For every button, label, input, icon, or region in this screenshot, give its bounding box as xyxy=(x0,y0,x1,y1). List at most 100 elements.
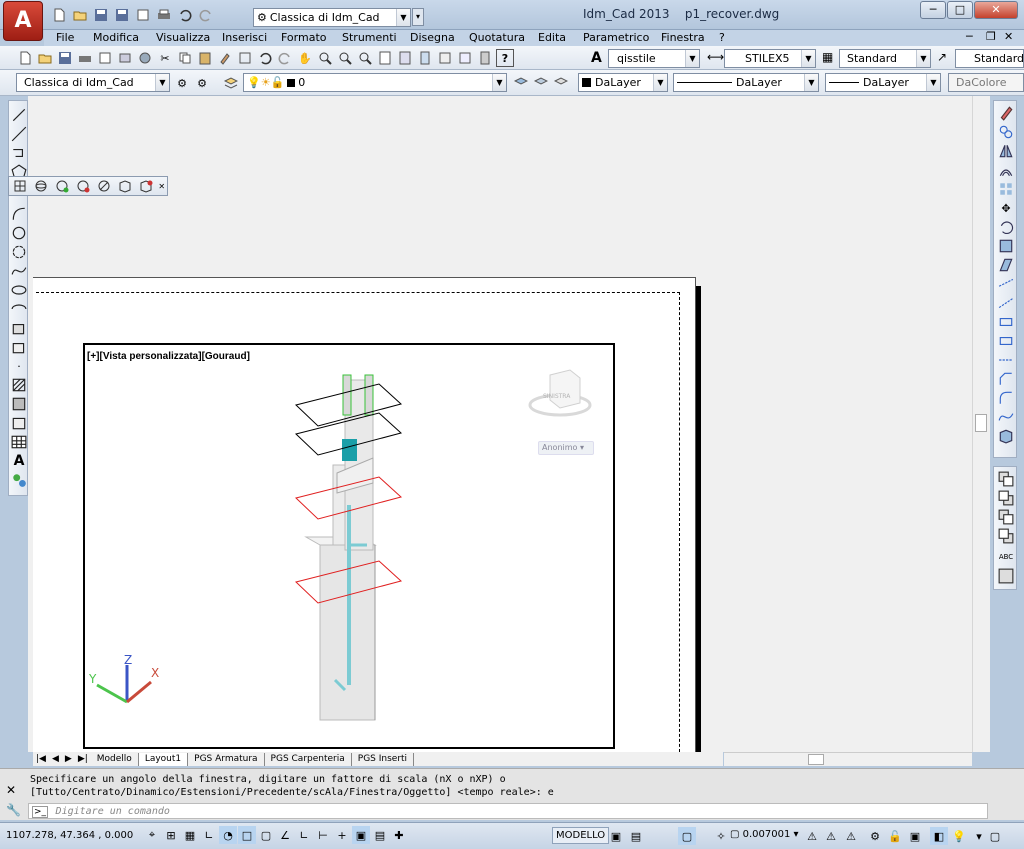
vertical-scrollbar[interactable] xyxy=(972,96,989,752)
array-icon[interactable] xyxy=(998,181,1014,197)
line-icon[interactable] xyxy=(11,107,27,123)
tab-pgs-armatura[interactable]: PGS Armatura xyxy=(188,752,265,766)
arc-icon[interactable] xyxy=(11,206,27,222)
next-tab-button[interactable]: ▶ xyxy=(62,754,75,764)
make-current-icon[interactable] xyxy=(512,74,530,92)
color-select[interactable]: DaLayer ▼ xyxy=(578,73,668,92)
menu-disegna[interactable]: Disegna xyxy=(410,31,455,44)
tool-palettes-icon[interactable] xyxy=(416,49,434,67)
lineweight-icon[interactable]: + xyxy=(333,826,351,844)
blend-curves-icon[interactable] xyxy=(998,409,1014,425)
annotation-scale[interactable]: ▢ 0.007001 ▾ xyxy=(730,829,799,840)
new-icon[interactable] xyxy=(50,6,68,24)
calculator-icon[interactable] xyxy=(476,49,494,67)
hatch-icon[interactable] xyxy=(11,377,27,393)
fillet-icon[interactable] xyxy=(998,390,1014,406)
application-menu-button[interactable]: A xyxy=(3,1,43,41)
quick-view-drawings-icon[interactable]: ▤ xyxy=(627,827,645,845)
print-icon[interactable] xyxy=(155,6,173,24)
match-properties-icon[interactable] xyxy=(216,49,234,67)
layer-states-icon[interactable] xyxy=(552,74,570,92)
tab-pgs-inserti[interactable]: PGS Inserti xyxy=(352,752,415,766)
object-snap-icon[interactable]: □ xyxy=(238,826,256,844)
redo-icon[interactable] xyxy=(197,6,215,24)
quick-properties-icon[interactable]: ▤ xyxy=(371,826,389,844)
lock-icon[interactable]: 🔓 xyxy=(886,827,904,845)
gradient-icon[interactable] xyxy=(11,396,27,412)
coordinates-readout[interactable]: 1107.278, 47.364 , 0.000 xyxy=(6,830,133,841)
table-icon[interactable] xyxy=(11,434,27,450)
transparency-icon[interactable]: ▣ xyxy=(352,826,370,844)
close-button[interactable]: ✕ xyxy=(974,1,1018,19)
revision-cloud-icon[interactable] xyxy=(11,244,27,260)
menu-help[interactable]: ? xyxy=(719,31,725,44)
sheet-set-icon[interactable] xyxy=(436,49,454,67)
lightbulb-icon[interactable]: 💡 xyxy=(950,827,968,845)
horizontal-scrollbar[interactable] xyxy=(724,752,972,766)
construction-line-icon[interactable] xyxy=(11,126,27,142)
scroll-thumb[interactable] xyxy=(975,414,987,432)
layer-previous-icon[interactable] xyxy=(532,74,550,92)
tab-modello[interactable]: Modello xyxy=(91,752,139,766)
zoom-realtime-icon[interactable] xyxy=(316,49,334,67)
box-remove-icon[interactable] xyxy=(137,177,154,195)
ellipse-icon[interactable] xyxy=(11,282,27,298)
workspace-settings-icon[interactable]: ⚙ xyxy=(173,74,191,92)
add-sphere-icon[interactable] xyxy=(54,177,71,195)
lineweight-select[interactable]: DaLayer ▼ xyxy=(825,73,941,92)
make-block-icon[interactable] xyxy=(11,339,27,355)
quick-view-layouts-icon[interactable]: ▣ xyxy=(607,827,625,845)
text-to-front-icon[interactable]: ABC xyxy=(998,549,1014,565)
menu-parametrico[interactable]: Parametrico xyxy=(583,31,649,44)
properties-icon[interactable] xyxy=(376,49,394,67)
annotation-visibility-icon[interactable]: ⚠ xyxy=(803,827,821,845)
move-icon[interactable]: ✥ xyxy=(998,200,1014,216)
copy-icon[interactable] xyxy=(176,49,194,67)
menu-formato[interactable]: Formato xyxy=(281,31,327,44)
dim-style-select[interactable]: STILEX5 ▼ xyxy=(724,49,816,68)
hardware-acceleration-icon[interactable]: ▣ xyxy=(906,827,924,845)
markup-icon[interactable] xyxy=(456,49,474,67)
plotstyle-select[interactable]: DaColore xyxy=(948,73,1024,92)
menu-strumenti[interactable]: Strumenti xyxy=(342,31,397,44)
pan-icon[interactable]: ✋ xyxy=(296,49,314,67)
workspace-switch-icon[interactable]: ⚙ xyxy=(866,827,884,845)
copy-object-icon[interactable] xyxy=(998,124,1014,140)
layer-select[interactable]: 💡 ☀ 🔓 0 ▼ xyxy=(243,73,507,92)
undo-icon[interactable] xyxy=(256,49,274,67)
menu-finestra[interactable]: Finestra xyxy=(661,31,705,44)
menu-file[interactable]: File xyxy=(56,31,74,44)
erase-icon[interactable] xyxy=(998,105,1014,121)
layer-properties-icon[interactable] xyxy=(222,74,240,92)
open-icon[interactable] xyxy=(36,49,54,67)
menu-modifica[interactable]: Modifica xyxy=(93,31,139,44)
mirror-icon[interactable] xyxy=(998,143,1014,159)
selection-cycling-icon[interactable]: ✚ xyxy=(390,826,408,844)
block-editor-icon[interactable] xyxy=(236,49,254,67)
viewcube-ucs-menu[interactable]: Anonimo ▾ xyxy=(538,441,594,455)
explode-icon[interactable] xyxy=(998,428,1014,444)
redo-icon[interactable] xyxy=(276,49,294,67)
add-selected-icon[interactable] xyxy=(11,472,27,488)
text-style-select[interactable]: qisstile ▼ xyxy=(608,49,700,68)
bring-above-icon[interactable] xyxy=(998,509,1014,525)
workspace-select-2[interactable]: Classica di Idm_Cad ▼ xyxy=(16,73,170,92)
offset-icon[interactable] xyxy=(998,162,1014,178)
box-icon[interactable] xyxy=(117,177,134,195)
print-preview-icon[interactable] xyxy=(134,6,152,24)
paste-icon[interactable] xyxy=(196,49,214,67)
qat-customize-button[interactable]: ▾ xyxy=(412,8,424,26)
menu-inserisci[interactable]: Inserisci xyxy=(222,31,267,44)
hatch-to-back-icon[interactable] xyxy=(998,568,1014,584)
cut-icon[interactable]: ✂ xyxy=(156,49,174,67)
model-paper-toggle[interactable]: MODELLO xyxy=(552,827,610,844)
stretch-icon[interactable] xyxy=(998,257,1014,273)
polyline-icon[interactable] xyxy=(11,145,27,161)
help-icon[interactable]: ? xyxy=(496,49,514,67)
save-as-icon[interactable] xyxy=(113,6,131,24)
send-to-back-icon[interactable] xyxy=(998,490,1014,506)
close-icon[interactable]: ✕ xyxy=(6,783,16,797)
chamfer-icon[interactable] xyxy=(998,371,1014,387)
3d-object-snap-icon[interactable]: ▢ xyxy=(257,826,275,844)
menu-edita[interactable]: Edita xyxy=(538,31,566,44)
